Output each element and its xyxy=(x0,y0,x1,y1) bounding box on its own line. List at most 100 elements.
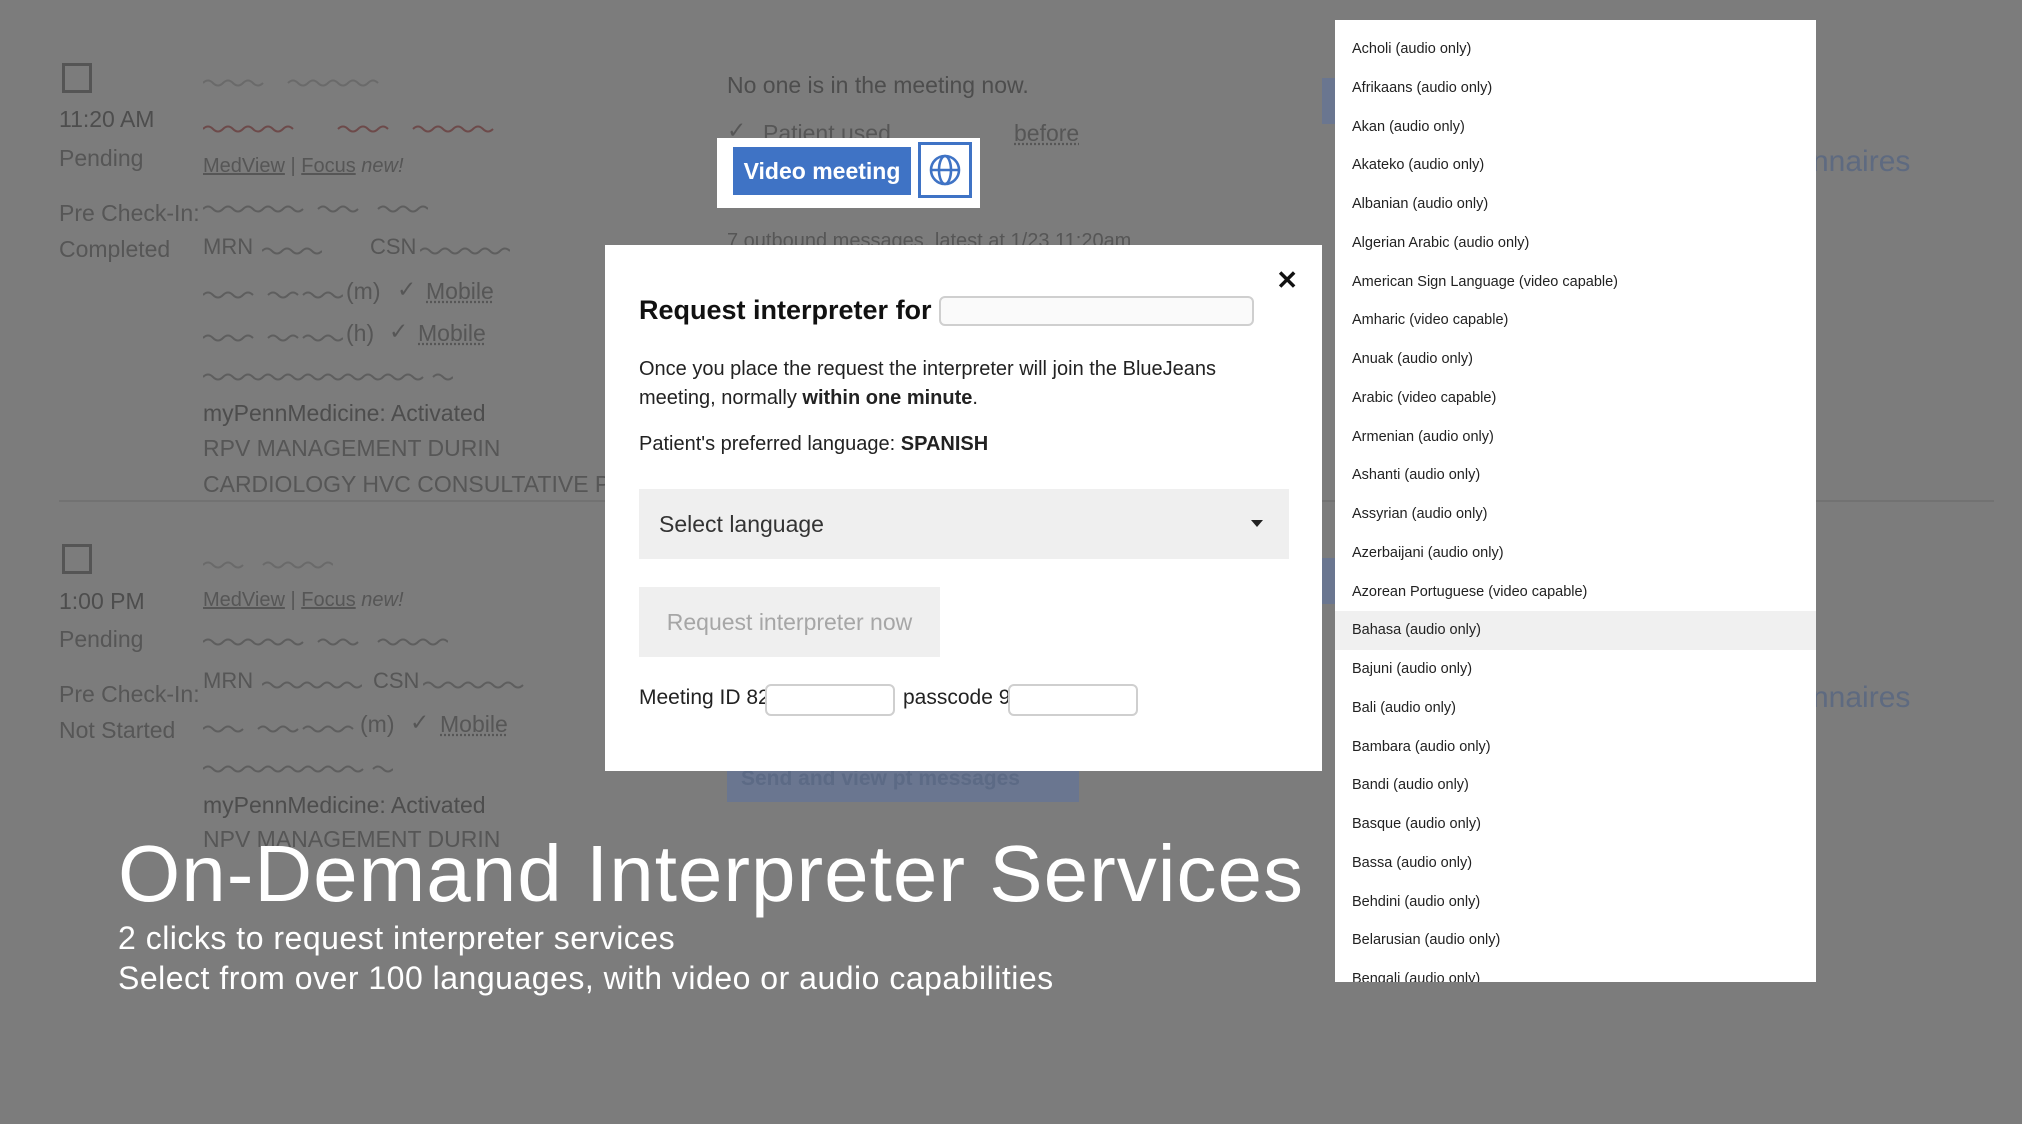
appointment-status: Pending xyxy=(59,145,144,171)
request-interpreter-button[interactable]: Request interpreter now xyxy=(639,587,940,657)
language-option[interactable]: Azorean Portuguese (video capable) xyxy=(1335,573,1816,612)
language-option[interactable]: Bassa (audio only) xyxy=(1335,844,1816,883)
portal-status: myPennMedicine: Activated xyxy=(203,400,486,426)
dimmed-button xyxy=(1322,78,1335,124)
language-option[interactable]: Bambara (audio only) xyxy=(1335,728,1816,767)
appointment-time: 11:20 AM xyxy=(59,106,155,132)
mobile-label: Mobile xyxy=(440,711,508,737)
language-option[interactable]: Behdini (audio only) xyxy=(1335,883,1816,922)
appointment-checkbox[interactable] xyxy=(62,63,92,93)
redacted-csn xyxy=(420,247,510,255)
before-label: before xyxy=(1014,120,1080,146)
appointment-links: MedView | Focus new! xyxy=(203,155,404,178)
language-option[interactable]: Acholi (audio only) xyxy=(1335,30,1816,69)
chevron-down-icon xyxy=(1251,520,1263,527)
interpreter-globe-button[interactable] xyxy=(918,142,972,198)
redacted-meeting-id xyxy=(765,684,895,716)
language-options: Acholi (audio only) Afrikaans (audio only… xyxy=(1335,30,1816,982)
csn-label: CSN xyxy=(370,234,417,259)
focus-link[interactable]: Focus xyxy=(301,155,355,177)
redacted-phone xyxy=(203,725,354,733)
language-dropdown-list[interactable]: Acholi (audio only) Afrikaans (audio only… xyxy=(1335,20,1816,982)
csn-label: CSN xyxy=(373,668,420,693)
language-option[interactable]: Akateko (audio only) xyxy=(1335,146,1816,185)
redacted-mrn xyxy=(262,247,322,255)
visit-reason: RPV MANAGEMENT DURIN xyxy=(203,435,501,461)
new-badge: new! xyxy=(361,589,404,611)
language-option[interactable]: Belarusian (audio only) xyxy=(1335,921,1816,960)
passcode-label: passcode 9 xyxy=(903,686,1011,709)
language-option[interactable]: Bengali (audio only) xyxy=(1335,960,1816,982)
questionnaires-link[interactable]: nnaires xyxy=(1812,145,1910,179)
medview-link[interactable]: MedView xyxy=(203,589,285,611)
questionnaires-link[interactable]: nnaires xyxy=(1812,681,1910,715)
language-select[interactable]: Select language xyxy=(639,489,1289,559)
link-separator: | xyxy=(290,155,296,177)
portal-status: myPennMedicine: Activated xyxy=(203,792,486,818)
language-option[interactable]: American Sign Language (video capable) xyxy=(1335,263,1816,302)
language-option[interactable]: Amharic (video capable) xyxy=(1335,301,1816,340)
language-option[interactable]: Arabic (video capable) xyxy=(1335,379,1816,418)
precheck-label: Pre Check-In: xyxy=(59,681,200,707)
new-badge: new! xyxy=(361,155,404,177)
language-option[interactable]: Bajuni (audio only) xyxy=(1335,650,1816,689)
meeting-info: Meeting ID 82 xyxy=(639,686,770,710)
preferred-language: Patient's preferred language: SPANISH xyxy=(639,433,988,456)
redacted-email xyxy=(203,373,453,381)
precheck-value: Not Started xyxy=(59,717,176,743)
redacted-phone xyxy=(203,334,343,342)
language-option[interactable]: Akan (audio only) xyxy=(1335,108,1816,147)
preferred-language-label: Patient's preferred language: xyxy=(639,433,901,455)
precheck-label: Pre Check-In: xyxy=(59,200,200,226)
slide-subtitle-2: Select from over 100 languages, with vid… xyxy=(118,960,1054,996)
phone-type-m: (m) xyxy=(346,278,381,304)
description-emphasis: within one minute xyxy=(802,387,973,409)
link-separator: | xyxy=(290,589,296,611)
language-option[interactable]: Afrikaans (audio only) xyxy=(1335,69,1816,108)
check-icon: ✓ xyxy=(389,318,409,344)
redacted-name xyxy=(203,79,379,87)
language-option[interactable]: Bandi (audio only) xyxy=(1335,766,1816,805)
mobile-label: Mobile xyxy=(426,278,494,304)
redacted-text xyxy=(203,638,448,646)
department: CARDIOLOGY HVC CONSULTATIVE PE xyxy=(203,471,626,497)
check-icon: ✓ xyxy=(397,276,417,302)
redacted-text xyxy=(203,205,428,213)
language-option[interactable]: Armenian (audio only) xyxy=(1335,418,1816,457)
medview-link[interactable]: MedView xyxy=(203,155,285,177)
mrn-label: MRN xyxy=(203,234,254,259)
language-option[interactable]: Bahasa (audio only) xyxy=(1335,611,1816,650)
appointment-time: 1:00 PM xyxy=(59,588,145,614)
redacted-email xyxy=(203,765,393,773)
phone-type-m: (m) xyxy=(360,711,395,737)
passcode-info: passcode 9 xyxy=(903,686,1010,710)
redacted-passcode xyxy=(1008,684,1138,716)
redacted-csn xyxy=(423,681,524,689)
language-option[interactable]: Albanian (audio only) xyxy=(1335,185,1816,224)
slide-subtitle-1: 2 clicks to request interpreter services xyxy=(118,920,676,956)
redacted-text xyxy=(203,125,494,133)
language-option[interactable]: Algerian Arabic (audio only) xyxy=(1335,224,1816,263)
meeting-id-label: Meeting ID 82 xyxy=(639,686,770,709)
meeting-status: No one is in the meeting now. xyxy=(727,72,1029,98)
dimmed-button xyxy=(1322,558,1335,604)
close-icon[interactable]: ✕ xyxy=(1276,265,1298,296)
phone-type-h: (h) xyxy=(346,320,375,346)
language-option[interactable]: Basque (audio only) xyxy=(1335,805,1816,844)
language-option[interactable]: Anuak (audio only) xyxy=(1335,340,1816,379)
preferred-language-value: SPANISH xyxy=(900,433,989,455)
focus-link[interactable]: Focus xyxy=(301,589,355,611)
redacted-patient-name xyxy=(939,296,1254,326)
language-option[interactable]: Azerbaijani (audio only) xyxy=(1335,534,1816,573)
video-meeting-button[interactable]: Video meeting xyxy=(733,147,911,195)
appointment-status: Pending xyxy=(59,626,144,652)
appointment-links: MedView | Focus new! xyxy=(203,589,404,612)
request-interpreter-modal: ✕ Request interpreter for Once you place… xyxy=(605,245,1322,771)
language-option[interactable]: Bali (audio only) xyxy=(1335,689,1816,728)
globe-icon xyxy=(929,154,961,186)
language-option[interactable]: Ashanti (audio only) xyxy=(1335,456,1816,495)
language-option[interactable]: Assyrian (audio only) xyxy=(1335,495,1816,534)
appointment-checkbox[interactable] xyxy=(62,544,92,574)
description-end: . xyxy=(972,387,978,409)
redacted-mrn xyxy=(262,681,362,689)
